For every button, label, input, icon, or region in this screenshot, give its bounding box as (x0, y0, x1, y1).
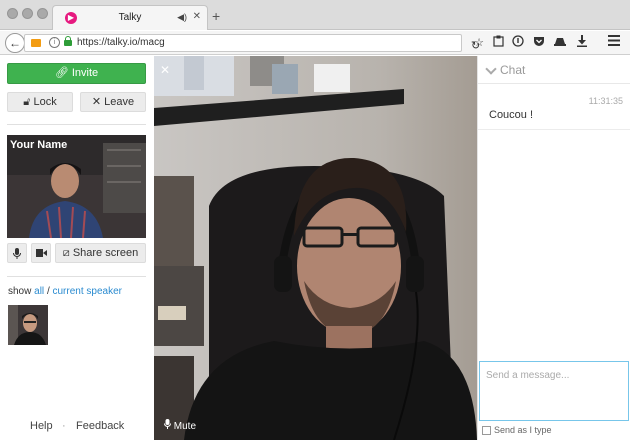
speaker-view-toggle: show all / current speaker (8, 286, 122, 297)
browser-tab[interactable]: ▶ Talky ◀) ✕ (52, 5, 208, 30)
self-video: Your Name (7, 135, 146, 238)
pocket-svg (534, 37, 544, 46)
chat-message-text: Coucou ! (489, 109, 534, 121)
chat-panel: Chat 11:31:35 Coucou ! Send as I type (477, 56, 630, 440)
show-prefix: show (8, 286, 32, 297)
chat-message-input[interactable] (479, 361, 629, 421)
speaker-icon[interactable]: ◀) (177, 12, 187, 23)
star-icon[interactable]: ☆ (472, 35, 486, 51)
chat-header[interactable]: Chat (478, 56, 630, 84)
chat-message-time: 11:31:35 (588, 96, 623, 106)
back-button[interactable]: ← (5, 33, 25, 53)
info-circle-icon[interactable] (511, 35, 525, 51)
feedback-link[interactable]: Feedback (76, 420, 124, 432)
help-link[interactable]: Help (30, 420, 53, 432)
self-name-label: Your Name (10, 139, 68, 151)
participant-thumbnail-image (8, 305, 48, 345)
sidebar-divider (7, 124, 146, 125)
tab-title: Talky (118, 12, 142, 23)
window-close-button[interactable] (7, 8, 18, 19)
clipboard-icon[interactable] (491, 35, 505, 51)
download-svg (577, 35, 587, 47)
hamburger-menu-icon[interactable] (607, 35, 621, 51)
room-sidebar: 🔗︎ Invite 🔓︎ Lock ✕ Leave Your Name ⧄ Sh… (0, 56, 154, 440)
leave-label: Leave (104, 96, 135, 108)
camera-icon[interactable] (31, 39, 41, 47)
invite-button[interactable]: 🔗︎ Invite (7, 63, 146, 84)
send-as-type-checkbox[interactable] (482, 426, 491, 435)
invite-label: Invite (71, 67, 99, 79)
leave-icon: ✕ (91, 96, 102, 108)
show-all-link[interactable]: all (34, 286, 44, 297)
video-camera-icon (35, 249, 47, 257)
lock-icon (64, 36, 72, 46)
unlock-icon: 🔓︎ (23, 96, 31, 108)
info-icon[interactable]: i (49, 37, 60, 48)
share-screen-label: Share screen (72, 247, 139, 259)
url-text[interactable]: https://talky.io/macg (77, 37, 165, 48)
window-minimize-button[interactable] (22, 8, 33, 19)
chevron-down-icon[interactable] (485, 63, 497, 75)
lock-label: Lock (33, 96, 57, 108)
participant-thumbnail[interactable] (8, 305, 48, 345)
browser-titlebar: ▶ Talky ◀) ✕ + (0, 0, 630, 30)
clipboard-svg (492, 35, 504, 47)
close-main-video-button[interactable]: ✕ (160, 63, 170, 77)
show-separator: / (46, 286, 50, 297)
chat-title: Chat (500, 63, 526, 77)
current-speaker-link[interactable]: current speaker (53, 286, 122, 297)
hamburger-svg (608, 35, 620, 46)
main-speaker-video: ✕ Mute (154, 56, 477, 440)
talky-favicon-icon: ▶ (65, 12, 77, 24)
mute-label: Mute (173, 421, 197, 432)
tab-close-button[interactable]: ✕ (193, 11, 201, 22)
extension-svg (554, 38, 566, 46)
leave-button[interactable]: ✕ Leave (80, 92, 146, 112)
sidebar-divider (7, 276, 146, 277)
share-screen-button[interactable]: ⧄ Share screen (55, 243, 146, 263)
pocket-icon[interactable] (532, 35, 546, 51)
mute-button[interactable]: Mute (164, 419, 196, 432)
new-tab-button[interactable]: + (212, 9, 220, 23)
back-arrow-icon: ← (9, 36, 21, 50)
speaker-video-frame (154, 56, 477, 440)
microphone-icon (13, 248, 21, 259)
info-circle-svg (512, 35, 524, 47)
window-zoom-button[interactable] (37, 8, 48, 19)
link-icon: 🔗︎ (54, 67, 69, 79)
microphone-toggle-button[interactable] (7, 243, 27, 263)
extension-icon[interactable] (553, 35, 567, 51)
chat-divider (478, 129, 630, 130)
url-bar[interactable]: i https://talky.io/macg ↻ (24, 34, 480, 52)
send-as-type-label: Send as I type (494, 425, 552, 435)
microphone-icon (164, 419, 171, 429)
footer-separator: · (62, 420, 66, 432)
lock-button[interactable]: 🔓︎ Lock (7, 92, 73, 112)
browser-navbar: ← i https://talky.io/macg ↻ ☆ (0, 31, 630, 55)
camera-toggle-button[interactable] (31, 243, 51, 263)
screen-share-icon: ⧄ (62, 247, 70, 259)
download-icon[interactable] (575, 35, 589, 51)
